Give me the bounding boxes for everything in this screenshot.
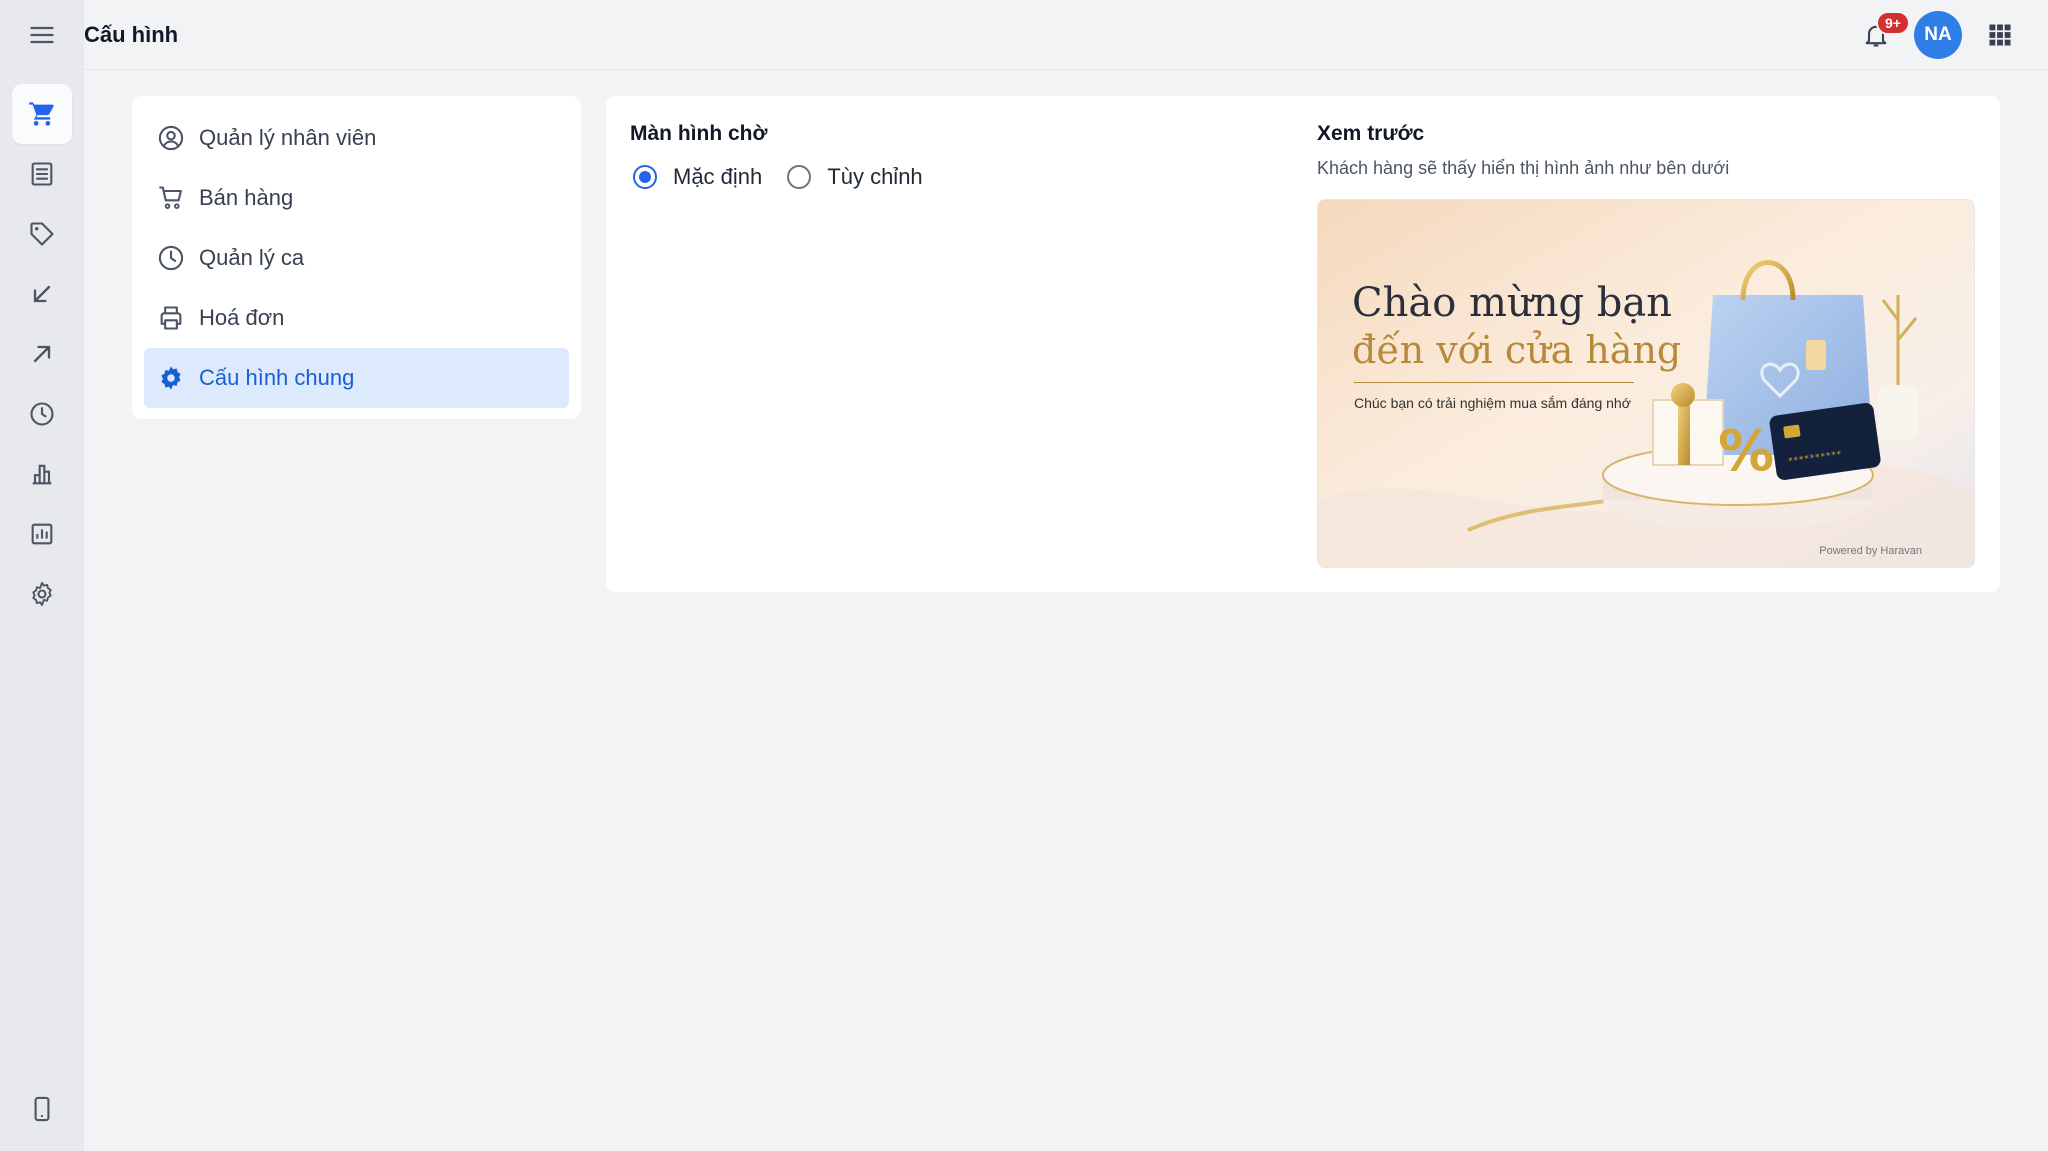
rail-item-reports[interactable]	[12, 504, 72, 564]
rail-item-export[interactable]	[12, 324, 72, 384]
general-config-panel: Màn hình chờ Mặc định Tùy chỉnh Xem trướ…	[606, 96, 2000, 592]
apps-grid-button[interactable]	[1980, 15, 2020, 55]
page-title: Cấu hình	[84, 21, 179, 47]
radio-custom[interactable]: Tùy chỉnh	[784, 164, 923, 190]
menu-item-general[interactable]: Cấu hình chung	[144, 348, 569, 408]
mobile-icon	[34, 1096, 50, 1122]
svg-text:%: %	[1718, 419, 1774, 484]
menu-item-invoice[interactable]: Hoá đơn	[144, 288, 569, 348]
clock-icon	[158, 245, 184, 271]
preview-welcome-line1: Chào mừng bạn	[1352, 280, 1672, 326]
radio-label: Mặc định	[673, 164, 763, 189]
preview-title: Xem trước	[1317, 122, 1425, 145]
rail-item-history[interactable]	[12, 384, 72, 444]
menu-item-label: Bán hàng	[199, 185, 294, 210]
tag-icon	[30, 222, 54, 246]
rail-item-settings[interactable]	[12, 564, 72, 624]
avatar[interactable]: NA	[1914, 10, 1962, 59]
radio-checked-indicator[interactable]	[633, 165, 657, 189]
standby-screen-section: Màn hình chờ Mặc định Tùy chỉnh	[630, 122, 945, 190]
menu-item-shifts[interactable]: Quản lý ca	[144, 228, 569, 288]
list-icon	[31, 162, 53, 186]
bar-chart-icon	[32, 464, 52, 485]
hamburger-icon	[30, 26, 54, 44]
gear-icon	[32, 581, 52, 607]
menu-item-label: Quản lý ca	[199, 245, 305, 270]
report-icon	[31, 523, 53, 545]
side-rail	[0, 0, 84, 1151]
menu-item-staff[interactable]: Quản lý nhân viên	[144, 108, 569, 168]
menu-item-label: Quản lý nhân viên	[199, 125, 377, 150]
rail-item-sales[interactable]	[12, 84, 72, 144]
menu-item-sales[interactable]: Bán hàng	[144, 168, 569, 228]
cart-icon	[29, 102, 54, 126]
standby-preview-image: % ********** Chào mừng bạn đến với cửa h…	[1317, 199, 1975, 568]
gear-icon	[161, 366, 181, 390]
preview-divider	[1354, 382, 1634, 383]
menu-item-label: Cấu hình chung	[199, 365, 355, 390]
rail-item-mobile[interactable]	[12, 1079, 72, 1139]
settings-menu: Quản lý nhân viên Bán hàng Quản lý ca Ho…	[132, 96, 581, 419]
radio-default[interactable]: Mặc định	[630, 164, 762, 190]
radio-label: Tùy chỉnh	[827, 164, 923, 189]
preview-illustration: % **********	[1318, 200, 1974, 567]
printer-icon	[160, 306, 182, 330]
preview-description: Khách hàng sẽ thấy hiển thị hình ảnh như…	[1317, 158, 1730, 178]
rail-item-import[interactable]	[12, 264, 72, 324]
arrow-down-left-icon	[33, 285, 51, 303]
notification-badge: 9+	[1876, 10, 1910, 35]
preview-powered-by: Powered by Haravan	[1819, 545, 1922, 557]
rail-item-stats[interactable]	[12, 444, 72, 504]
preview-welcome-line2: đến với cửa hàng	[1352, 328, 1682, 372]
radio-unchecked-indicator[interactable]	[787, 165, 812, 189]
standby-screen-title: Màn hình chờ	[630, 122, 768, 145]
cart-icon	[159, 186, 182, 209]
rail-item-orders[interactable]	[12, 144, 72, 204]
clock-icon	[30, 402, 54, 426]
apps-grid-icon	[1989, 24, 2011, 45]
preview-section: Xem trước Khách hàng sẽ thấy hiển thị hì…	[1317, 122, 1729, 179]
top-bar: Cấu hình 9+ NA	[84, 0, 2048, 70]
arrow-up-right-icon	[33, 345, 51, 363]
user-circle-icon	[158, 125, 184, 151]
preview-welcome-subtitle: Chúc bạn có trải nghiệm mua sắm đáng nhớ	[1354, 395, 1631, 411]
hamburger-menu-button[interactable]	[0, 0, 84, 70]
menu-item-label: Hoá đơn	[199, 305, 285, 330]
notifications-button[interactable]: 9+	[1856, 10, 1910, 55]
rail-item-products[interactable]	[12, 204, 72, 264]
standby-screen-radio-group: Mặc định Tùy chỉnh	[630, 164, 945, 190]
